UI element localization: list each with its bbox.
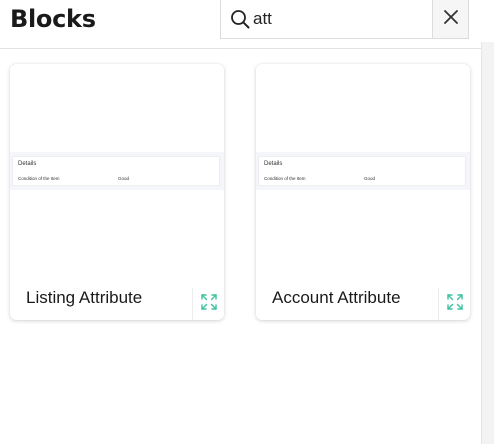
close-icon [443,9,458,29]
block-preview: Details Condition of the Item Good [256,64,470,284]
preview-key: Condition of the Item [18,176,60,181]
block-card-account-attribute[interactable]: Details Condition of the Item Good Accou… [256,64,470,320]
search-input[interactable] [253,8,423,30]
scrollbar[interactable] [481,42,494,444]
expand-button[interactable] [192,288,224,320]
expand-icon [446,293,463,315]
preview-key: Condition of the Item [264,176,306,181]
page-title: Blocks [10,5,96,33]
preview-details-box: Details Condition of the Item Good [12,156,220,186]
preview-value: Good [118,176,130,181]
preview-value: Good [364,176,376,181]
preview-heading: Details [264,161,283,167]
clear-search-button[interactable] [432,0,469,39]
expand-button[interactable] [438,288,470,320]
expand-icon [200,293,217,315]
preview-heading: Details [18,161,37,167]
block-preview: Details Condition of the Item Good [10,64,224,284]
search-box[interactable] [220,0,433,39]
header: Blocks [0,0,494,49]
block-card-listing-attribute[interactable]: Details Condition of the Item Good Listi… [10,64,224,320]
block-card-label: Account Attribute [272,288,401,307]
search-icon [230,9,250,29]
block-card-label: Listing Attribute [26,288,143,307]
preview-details-box: Details Condition of the Item Good [258,156,466,186]
